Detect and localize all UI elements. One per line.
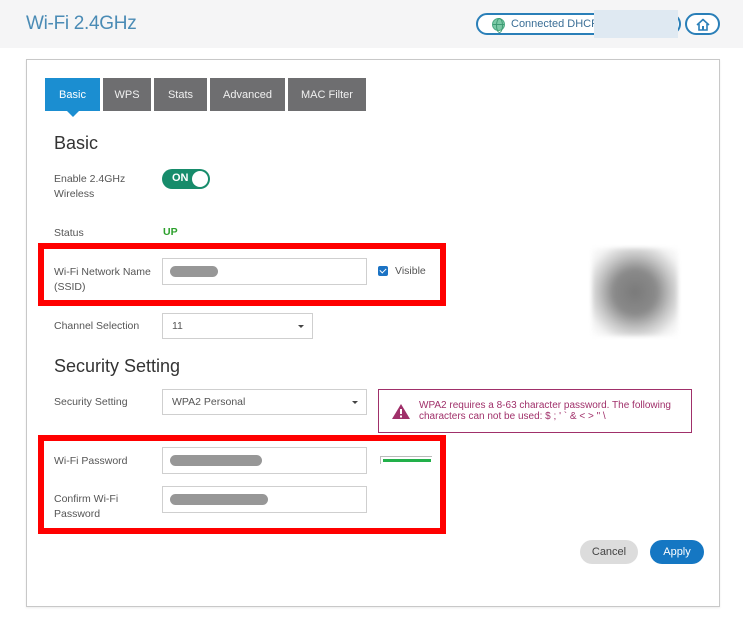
tab-mac-filter[interactable]: MAC Filter xyxy=(288,78,366,111)
globe-icon xyxy=(492,18,505,33)
basic-heading: Basic xyxy=(54,133,99,153)
security-heading: Security Setting xyxy=(54,356,181,376)
channel-value: 11 xyxy=(172,320,183,332)
status-value: UP xyxy=(163,226,178,238)
password-strength-fill xyxy=(383,459,431,462)
tab-basic[interactable]: Basic xyxy=(45,78,100,117)
channel-select[interactable]: 11 xyxy=(162,313,313,339)
home-button[interactable] xyxy=(685,13,720,35)
ssid-input[interactable] xyxy=(162,258,367,285)
password-requirements-alert: WPA2 requires a 8-63 character password.… xyxy=(378,389,692,433)
tab-advanced[interactable]: Advanced xyxy=(210,78,285,111)
page-title: Wi-Fi 2.4GHz xyxy=(26,13,137,34)
password-input[interactable] xyxy=(162,447,367,474)
channel-label: Channel Selection xyxy=(54,320,140,332)
security-setting-label: Security Setting xyxy=(54,396,128,408)
chevron-down-icon xyxy=(352,401,358,404)
toggle-knob xyxy=(192,171,208,187)
visible-label: Visible xyxy=(395,265,426,277)
tab-stats[interactable]: Stats xyxy=(154,78,207,111)
confirm-password-label: Confirm Wi-Fi Password xyxy=(54,493,119,520)
alert-text: WPA2 requires a 8-63 character password.… xyxy=(419,400,671,422)
connection-status-text: Connected DHCP xyxy=(511,18,599,30)
security-setting-value: WPA2 Personal xyxy=(172,396,246,408)
home-icon xyxy=(695,18,710,31)
redacted-password xyxy=(170,455,262,466)
enable-wireless-label: Enable 2.4GHz Wireless xyxy=(54,173,126,200)
visible-checkbox[interactable] xyxy=(378,266,388,276)
wifi-settings-panel: Basic WPS Stats Advanced MAC Filter Basi… xyxy=(26,59,720,607)
password-label: Wi-Fi Password xyxy=(54,455,128,467)
ssid-label: Wi-Fi Network Name (SSID) xyxy=(54,266,151,293)
qr-code-image xyxy=(592,248,678,336)
redacted-ip-mask xyxy=(594,10,678,38)
confirm-password-input[interactable] xyxy=(162,486,367,513)
redacted-confirm-password xyxy=(170,494,268,505)
status-label: Status xyxy=(54,227,84,239)
apply-button[interactable]: Apply xyxy=(650,540,704,564)
tab-bar: Basic WPS Stats Advanced MAC Filter xyxy=(45,78,366,117)
cancel-button[interactable]: Cancel xyxy=(580,540,638,564)
tab-wps[interactable]: WPS xyxy=(103,78,151,111)
top-bar: Wi-Fi 2.4GHz Connected DHCP xyxy=(0,0,743,48)
toggle-state-text: ON xyxy=(172,172,189,184)
password-strength-meter xyxy=(380,456,432,464)
chevron-down-icon xyxy=(298,325,304,328)
warning-icon xyxy=(392,404,410,419)
redacted-ssid xyxy=(170,266,218,277)
security-setting-select[interactable]: WPA2 Personal xyxy=(162,389,367,415)
enable-wireless-toggle[interactable]: ON xyxy=(162,169,210,189)
